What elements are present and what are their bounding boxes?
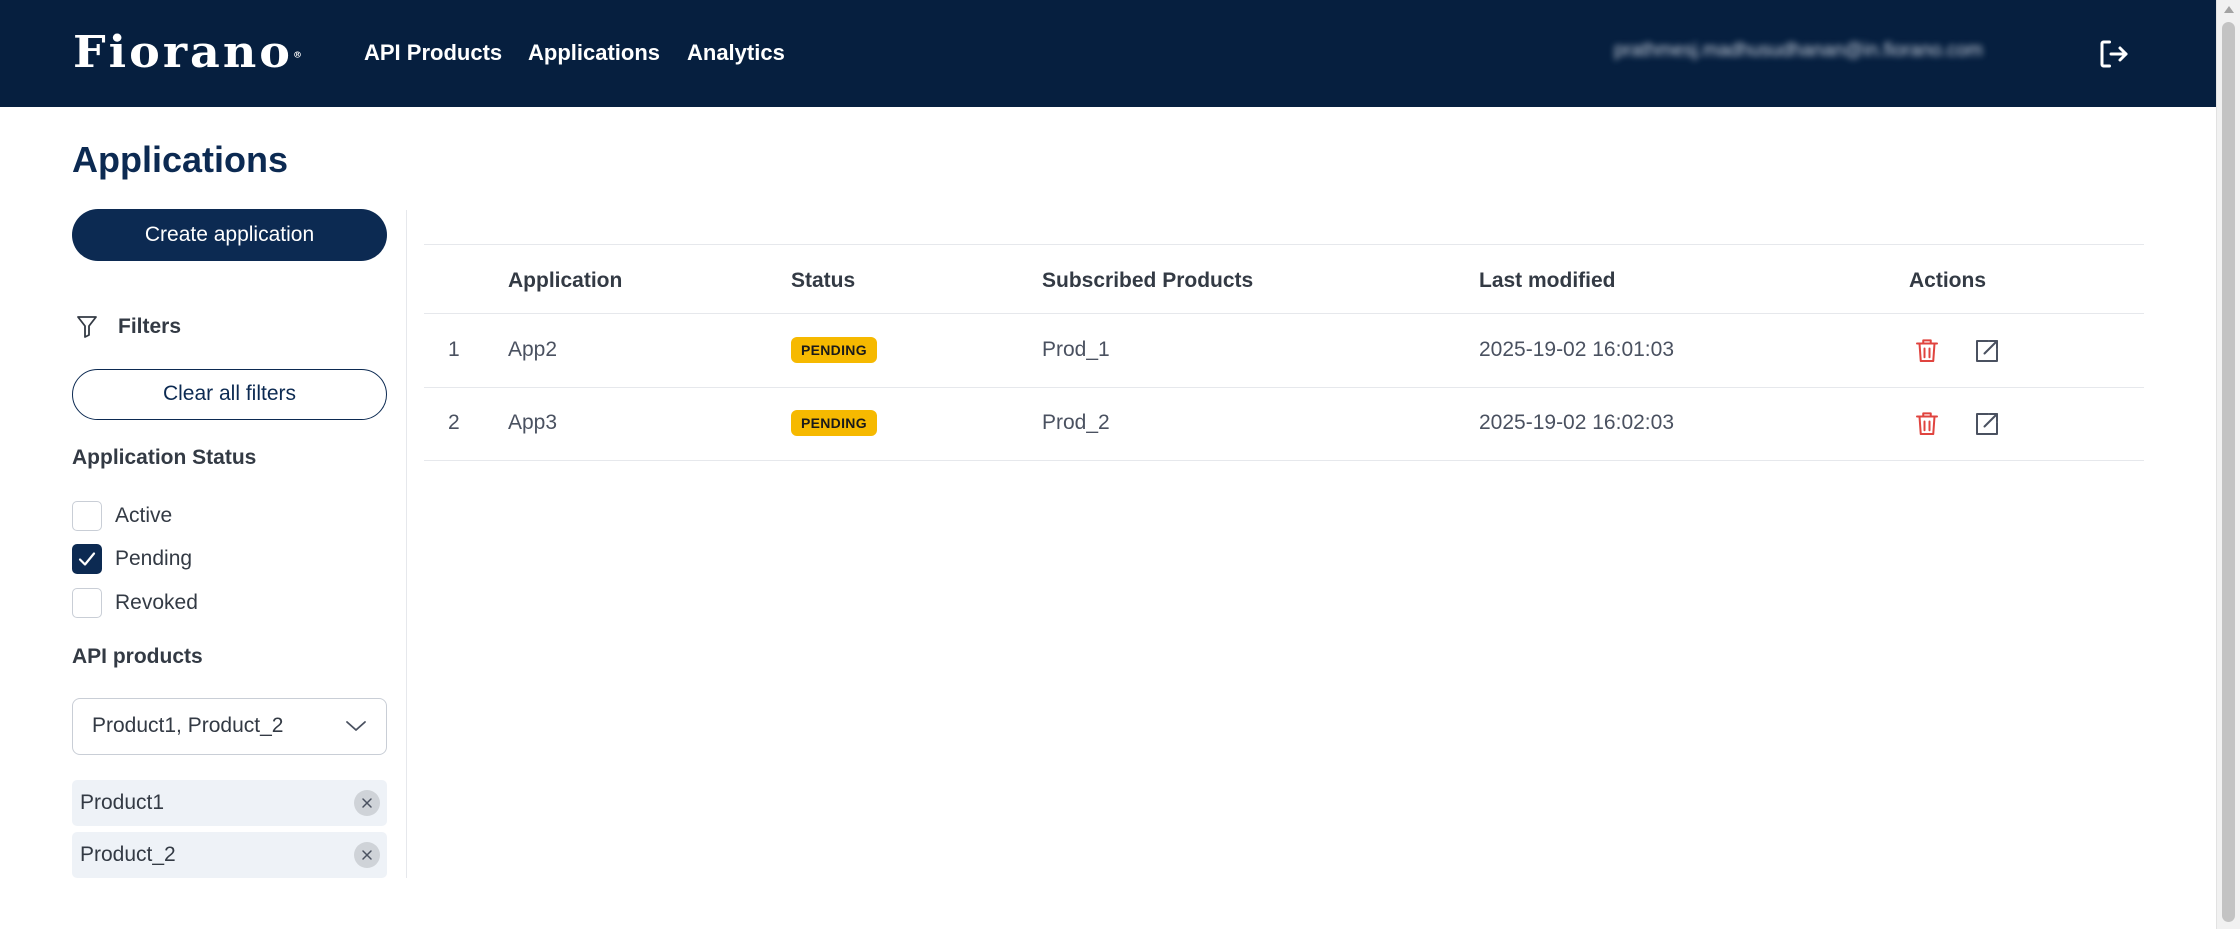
column-header-status[interactable]: Status [791, 266, 855, 296]
table-divider [424, 460, 2144, 461]
status-checkbox-revoked[interactable]: Revoked [72, 588, 198, 618]
status-checkbox-active[interactable]: Active [72, 501, 172, 531]
column-header-subscribed-products[interactable]: Subscribed Products [1042, 266, 1253, 296]
user-email: prathmesj.madhusudhanan@in.fiorano.com [1614, 40, 1983, 61]
row-index: 1 [448, 338, 460, 361]
create-application-button[interactable]: Create application [72, 209, 387, 261]
nav-api-products[interactable]: API Products [364, 38, 502, 68]
application-name[interactable]: App3 [508, 408, 557, 438]
page-title: Applications [72, 139, 289, 180]
remove-chip-icon[interactable] [354, 790, 380, 816]
remove-chip-icon[interactable] [354, 842, 380, 868]
application-name[interactable]: App2 [508, 335, 557, 365]
logo-text: Fiorano [73, 26, 293, 78]
filter-funnel-icon [77, 316, 97, 338]
column-header-application[interactable]: Application [508, 266, 622, 296]
checkmark-icon [78, 552, 96, 566]
logo-registered-mark: ® [292, 51, 302, 61]
open-external-link-icon[interactable] [1972, 336, 2002, 366]
status-badge: PENDING [791, 337, 877, 363]
checkbox[interactable] [72, 501, 102, 531]
subscribed-products: Prod_2 [1042, 411, 1110, 434]
scrollbar-thumb[interactable] [2222, 22, 2235, 922]
checkbox-label: Active [115, 504, 173, 527]
sidebar-divider [406, 210, 407, 878]
chip-label: Product_2 [80, 843, 176, 866]
last-modified: 2025-19-02 16:01:03 [1479, 338, 1674, 361]
row-index: 2 [448, 411, 460, 434]
fiorano-logo[interactable]: Fiorano® [73, 29, 302, 75]
api-products-heading: API products [72, 645, 203, 668]
column-header-actions: Actions [1909, 269, 1987, 292]
logout-icon[interactable] [2096, 36, 2132, 72]
vertical-scrollbar[interactable] [2216, 0, 2240, 929]
subscribed-products: Prod_1 [1042, 338, 1110, 361]
open-external-link-icon[interactable] [1972, 409, 2002, 439]
nav-analytics[interactable]: Analytics [687, 38, 785, 68]
filters-label: Filters [118, 315, 182, 338]
column-header-last-modified[interactable]: Last modified [1479, 266, 1616, 296]
select-value: Product1, Product_2 [92, 714, 284, 737]
clear-all-filters-button[interactable]: Clear all filters [72, 369, 387, 420]
delete-trash-icon[interactable] [1912, 409, 1942, 439]
product-chip: Product_2 [72, 832, 387, 878]
last-modified: 2025-19-02 16:02:03 [1479, 411, 1674, 434]
api-products-select[interactable]: Product1, Product_2 [72, 698, 387, 755]
application-status-heading: Application Status [72, 446, 257, 469]
checkbox-label: Revoked [115, 591, 198, 614]
nav-applications[interactable]: Applications [528, 38, 660, 68]
scroll-up-arrow-icon[interactable] [2224, 6, 2234, 13]
checkbox[interactable] [72, 588, 102, 618]
chip-label: Product1 [80, 791, 165, 814]
delete-trash-icon[interactable] [1912, 336, 1942, 366]
table-row: 1 App2 PENDING Prod_1 2025-19-02 16:01:0… [424, 314, 2144, 387]
filters-toggle[interactable]: Filters [76, 312, 181, 342]
checkbox[interactable] [72, 544, 102, 574]
table-row: 2 App3 PENDING Prod_2 2025-19-02 16:02:0… [424, 387, 2144, 460]
status-badge: PENDING [791, 410, 877, 436]
top-navbar: Fiorano® API Products Applications Analy… [0, 0, 2216, 107]
chevron-down-icon [346, 721, 366, 731]
checkbox-label: Pending [115, 547, 193, 570]
product-chip: Product1 [72, 780, 387, 826]
status-checkbox-pending[interactable]: Pending [72, 544, 192, 574]
table-border [424, 244, 2144, 245]
